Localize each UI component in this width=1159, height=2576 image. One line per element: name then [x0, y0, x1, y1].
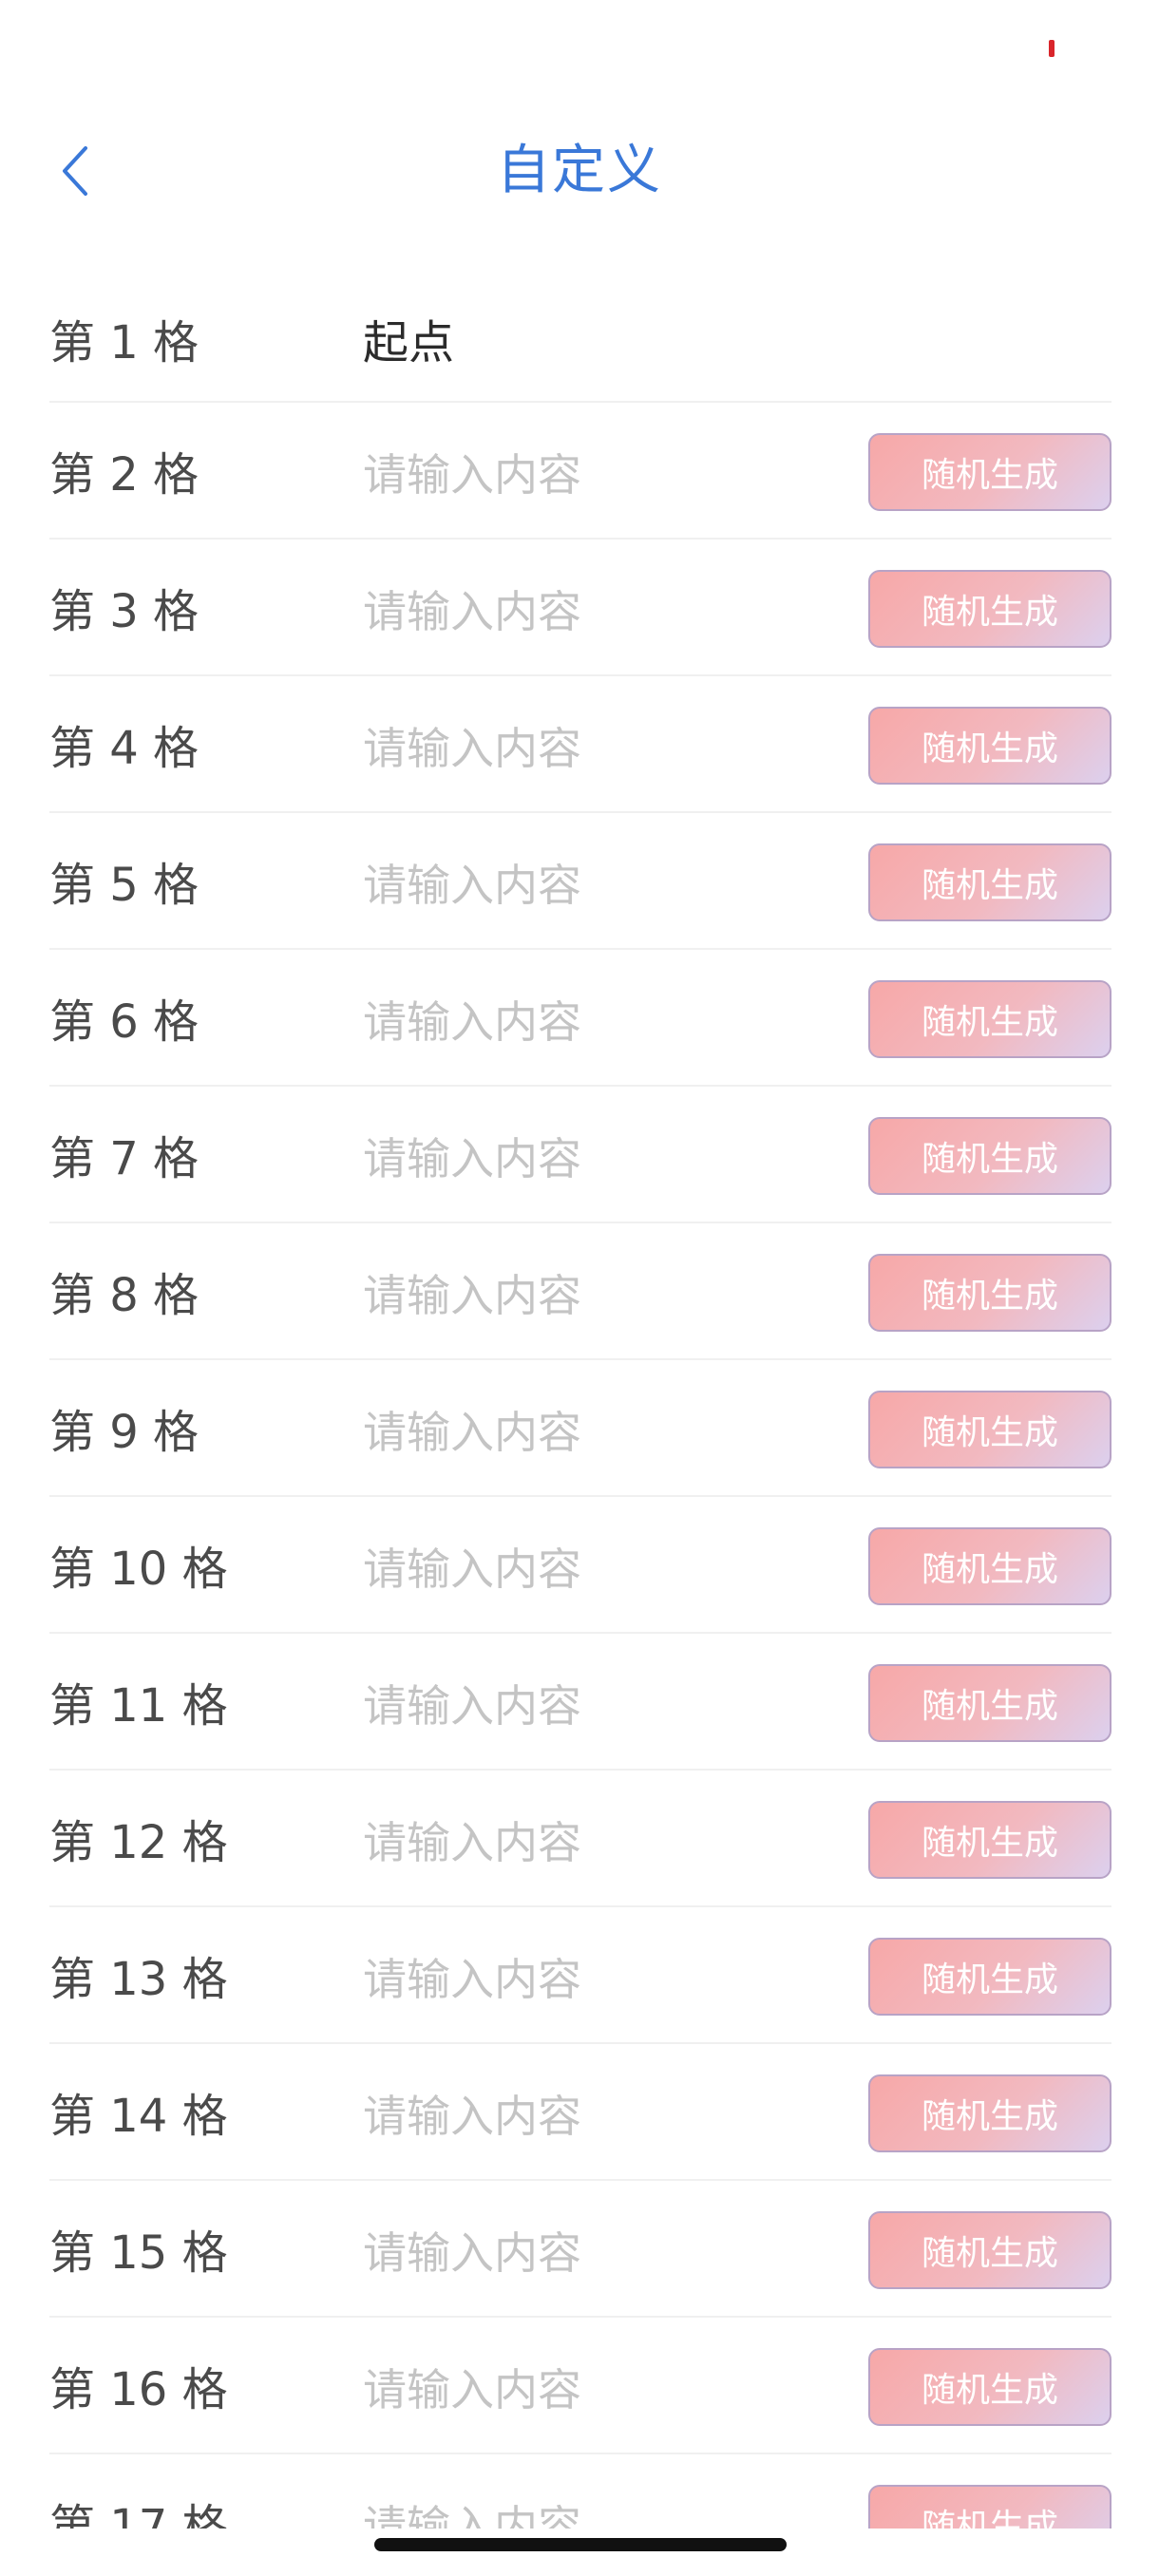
cell-content-input[interactable] — [363, 2223, 838, 2283]
cell-row-4: 第 4 格 随机生成 — [49, 676, 1112, 813]
random-generate-button[interactable]: 随机生成 — [868, 1527, 1112, 1605]
random-generate-button[interactable]: 随机生成 — [868, 1117, 1112, 1195]
cell-row-7: 第 7 格 随机生成 — [49, 1087, 1112, 1223]
cell-label: 第 10 格 — [49, 1543, 228, 1596]
cell-row-15: 第 15 格 随机生成 — [49, 2181, 1112, 2318]
cell-content-input[interactable] — [363, 1265, 838, 1326]
cell-content-input[interactable] — [363, 2086, 838, 2147]
random-generate-button[interactable]: 随机生成 — [868, 2074, 1112, 2152]
cell-content-input[interactable] — [363, 581, 838, 642]
cell-content-input[interactable] — [363, 2359, 838, 2420]
cell-label: 第 9 格 — [49, 1406, 200, 1459]
page-title: 自定义 — [497, 140, 662, 201]
cell-row-6: 第 6 格 随机生成 — [49, 950, 1112, 1087]
cell-label: 第 7 格 — [49, 1132, 200, 1185]
cell-content-input[interactable] — [363, 1539, 838, 1600]
cell-label: 第 17 格 — [49, 2500, 228, 2529]
random-generate-button[interactable]: 随机生成 — [868, 707, 1112, 785]
cell-row-10: 第 10 格 随机生成 — [49, 1497, 1112, 1634]
random-generate-button[interactable]: 随机生成 — [868, 1938, 1112, 2016]
random-generate-button[interactable]: 随机生成 — [868, 1391, 1112, 1468]
cell-row-17: 第 17 格 随机生成 — [49, 2454, 1112, 2529]
status-bar — [0, 0, 1159, 95]
random-generate-button[interactable]: 随机生成 — [868, 1801, 1112, 1879]
cell-label: 第 8 格 — [49, 1269, 200, 1322]
random-generate-button[interactable]: 随机生成 — [868, 570, 1112, 648]
cell-row-1: 第 1 格 起点 — [49, 275, 1112, 403]
cell-list[interactable]: 第 1 格 起点 第 2 格 随机生成 第 3 格 随机生成 第 4 格 随机生… — [49, 275, 1112, 2529]
cell-label: 第 3 格 — [49, 585, 200, 638]
cell-label: 第 12 格 — [49, 1816, 228, 1869]
cell-label: 第 6 格 — [49, 995, 200, 1049]
home-indicator[interactable] — [374, 2538, 787, 2551]
cell-content-input[interactable] — [363, 445, 838, 505]
cell-row-9: 第 9 格 随机生成 — [49, 1360, 1112, 1497]
status-indicator — [1049, 40, 1054, 57]
cell-row-16: 第 16 格 随机生成 — [49, 2318, 1112, 2454]
cell-content-input[interactable] — [363, 1402, 838, 1463]
cell-content-input[interactable] — [363, 992, 838, 1052]
cell-label: 第 14 格 — [49, 2090, 228, 2143]
cell-label: 第 5 格 — [49, 859, 200, 912]
cell-label: 第 1 格 — [49, 316, 200, 369]
cell-content-input[interactable] — [363, 1812, 838, 1873]
random-generate-button[interactable]: 随机生成 — [868, 1254, 1112, 1332]
cell-content-input[interactable] — [363, 1949, 838, 2010]
cell-row-2: 第 2 格 随机生成 — [49, 403, 1112, 540]
random-generate-button[interactable]: 随机生成 — [868, 980, 1112, 1058]
cell-row-3: 第 3 格 随机生成 — [49, 540, 1112, 676]
random-generate-button[interactable]: 随机生成 — [868, 2485, 1112, 2529]
cell-label: 第 13 格 — [49, 1953, 228, 2006]
navigation-bar: 自定义 — [0, 104, 1159, 237]
cell-row-14: 第 14 格 随机生成 — [49, 2044, 1112, 2181]
random-generate-button[interactable]: 随机生成 — [868, 1664, 1112, 1742]
cell-label: 第 16 格 — [49, 2363, 228, 2416]
random-generate-button[interactable]: 随机生成 — [868, 2348, 1112, 2426]
cell-label: 第 4 格 — [49, 722, 200, 775]
cell-content-input[interactable] — [363, 2496, 838, 2529]
cell-row-11: 第 11 格 随机生成 — [49, 1634, 1112, 1771]
cell-value-start: 起点 — [363, 316, 455, 369]
random-generate-button[interactable]: 随机生成 — [868, 843, 1112, 921]
cell-row-5: 第 5 格 随机生成 — [49, 813, 1112, 950]
cell-content-input[interactable] — [363, 718, 838, 779]
cell-label: 第 15 格 — [49, 2226, 228, 2280]
cell-row-12: 第 12 格 随机生成 — [49, 1771, 1112, 1907]
random-generate-button[interactable]: 随机生成 — [868, 433, 1112, 511]
cell-label: 第 2 格 — [49, 448, 200, 502]
cell-content-input[interactable] — [363, 855, 838, 916]
cell-row-8: 第 8 格 随机生成 — [49, 1223, 1112, 1360]
cell-content-input[interactable] — [363, 1676, 838, 1736]
cell-label: 第 11 格 — [49, 1679, 228, 1733]
random-generate-button[interactable]: 随机生成 — [868, 2211, 1112, 2289]
cell-row-13: 第 13 格 随机生成 — [49, 1907, 1112, 2044]
cell-content-input[interactable] — [363, 1128, 838, 1189]
